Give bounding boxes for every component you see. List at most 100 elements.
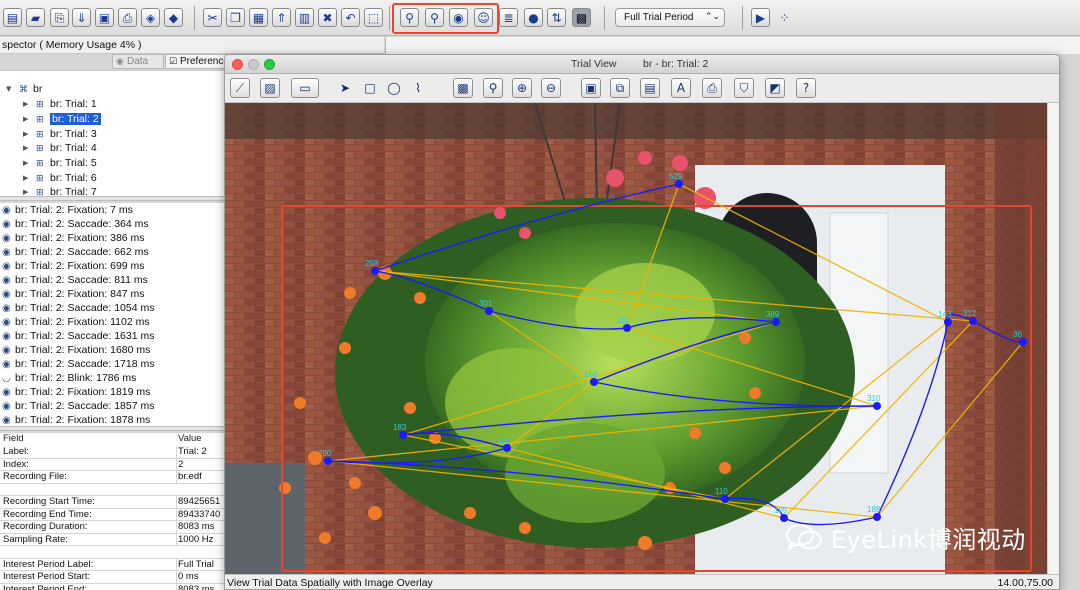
tree-item-trial-1[interactable]: ▶ ⊞ br: Trial: 1 [23,97,97,111]
event-list-item[interactable]: ◉ br: Trial: 2: Saccade: 1054 ms [2,301,154,315]
event-list-item[interactable]: ◉ br: Trial: 2: Fixation: 1878 ms [2,413,150,426]
property-row[interactable]: Label: Trial: 2 [0,446,224,459]
property-row[interactable]: Recording Start Time: 89425651 [0,496,224,509]
event-list-item[interactable]: ◉ br: Trial: 2: Saccade: 1631 ms [2,329,154,343]
open-folder-icon[interactable]: ▰ [26,8,45,27]
property-row[interactable]: Interest Period Start: 0 ms [0,571,224,584]
undo-icon[interactable]: ↶ [341,8,360,27]
property-row[interactable] [0,484,224,496]
event-list-item[interactable]: ◉ br: Trial: 2: Fixation: 1102 ms [2,315,150,329]
tree-item-trial-5[interactable]: ▶ ⊞ br: Trial: 5 [23,156,97,170]
expand-right-icon[interactable]: ▶ [23,171,28,185]
expand-right-icon[interactable]: ▶ [23,97,28,111]
delete-icon[interactable]: ▥ [295,8,314,27]
event-list-item[interactable]: ◉ br: Trial: 2: Fixation: 7 ms [2,203,133,217]
fixation-marker[interactable] [873,402,881,410]
expand-down-icon[interactable]: ▼ [6,82,11,96]
save-image-icon[interactable]: ▤ [640,78,660,98]
fixation-marker[interactable] [675,180,683,188]
image-icon[interactable]: ▨ [260,78,280,98]
property-row[interactable]: Recording End Time: 89433740 [0,508,224,521]
image-overlay-toggle-icon[interactable]: ▩ [572,8,591,27]
event-list-item[interactable]: ◉ br: Trial: 2: Saccade: 811 ms [2,273,148,287]
print-icon[interactable]: ⎙ [118,8,137,27]
property-row[interactable] [0,546,224,559]
fixation-marker[interactable] [623,324,631,332]
close-window-button[interactable] [232,59,243,70]
property-row[interactable]: Interest Period End: 8083 ms [0,583,224,590]
expand-right-icon[interactable]: ▶ [23,156,28,170]
zoom-in-icon[interactable]: ⊕ [512,78,532,98]
property-row[interactable]: Interest Period Label: Full Trial [0,558,224,571]
search-icon[interactable]: ⚲ [483,78,503,98]
shield-icon[interactable]: ⛉ [734,78,754,98]
event-list-item[interactable]: ◉ br: Trial: 2: Fixation: 699 ms [2,259,145,273]
fixation-marker[interactable] [324,457,332,465]
eye-view-icon[interactable]: ◉ [449,8,468,27]
fixation-marker[interactable] [944,318,952,326]
save-view-icon[interactable]: ▣ [581,78,601,98]
interest-period-select[interactable]: Full Trial Period ⌃⌄ [615,8,725,27]
export-icon[interactable]: ⇑ [272,8,291,27]
minimize-window-button[interactable] [248,59,259,70]
package-icon[interactable]: ◈ [141,8,160,27]
heat-map-icon[interactable]: ☺ [474,8,493,27]
event-list-item[interactable]: ◉ br: Trial: 2: Saccade: 364 ms [2,217,149,231]
text-icon[interactable]: A [671,78,691,98]
fixation-marker[interactable] [485,307,493,315]
fixation-marker[interactable] [503,444,511,452]
expand-right-icon[interactable]: ▶ [23,185,28,196]
fixation-marker[interactable] [590,378,598,386]
split-divider[interactable] [0,196,224,201]
paste-icon[interactable]: ▦ [249,8,268,27]
report-icon[interactable]: ≣ [499,8,518,27]
save-all-icon[interactable]: ⧉ [610,78,630,98]
fixation-marker[interactable] [399,431,407,439]
property-row[interactable]: Sampling Rate: 1000 Hz [0,533,224,546]
event-list-item[interactable]: ◡ br: Trial: 2: Blink: 1786 ms [2,371,136,385]
help-icon[interactable]: ? [796,78,816,98]
new-file-icon[interactable]: ▤ [3,8,22,27]
cut-icon[interactable]: ✂ [203,8,222,27]
tree-item-trial-7[interactable]: ▶ ⊞ br: Trial: 7 [23,185,97,196]
select-region-icon[interactable]: ⬚ [364,8,383,27]
line-chart-icon[interactable]: ⟋ [230,78,250,98]
property-row[interactable]: Recording File: br.edf [0,471,224,484]
saccade-map-icon[interactable]: ⚲ [425,8,444,27]
tree-item-trial-3[interactable]: ▶ ⊞ br: Trial: 3 [23,127,97,141]
ellipse-icon[interactable]: ◯ [384,78,404,98]
freehand-icon[interactable]: ⌇ [408,78,428,98]
event-list-item[interactable]: ◉ br: Trial: 2: Fixation: 386 ms [2,231,145,245]
tab-data[interactable]: ◉ Data [112,54,164,69]
event-list-item[interactable]: ◉ br: Trial: 2: Fixation: 847 ms [2,287,145,301]
trash-icon[interactable]: ✖ [318,8,337,27]
fixation-marker[interactable] [772,318,780,326]
expand-right-icon[interactable]: ▶ [23,112,28,126]
fixation-marker[interactable] [969,317,977,325]
event-list-item[interactable]: ◉ br: Trial: 2: Fixation: 1680 ms [2,343,150,357]
zoom-out-icon[interactable]: ⊖ [541,78,561,98]
fixation-marker[interactable] [721,495,729,503]
pointer-icon[interactable]: ➤ [335,78,355,98]
record-icon[interactable]: ● [524,8,543,27]
save-copy-icon[interactable]: ⎘ [50,8,69,27]
property-row[interactable]: Index: 2 [0,458,224,471]
event-list-item[interactable]: ◉ br: Trial: 2: Saccade: 1718 ms [2,357,154,371]
event-list-item[interactable]: ◉ br: Trial: 2: Saccade: 662 ms [2,245,149,259]
image-overlay-icon[interactable]: ▩ [453,78,473,98]
property-row[interactable]: Recording Duration: 8083 ms [0,521,224,534]
film-strip-icon[interactable]: ▭ [291,78,319,98]
tree-item-trial-2[interactable]: ▶ ⊞ br: Trial: 2 [23,112,101,126]
event-list-item[interactable]: ◉ br: Trial: 2: Saccade: 1857 ms [2,399,154,413]
event-list-item[interactable]: ◉ br: Trial: 2: Fixation: 1819 ms [2,385,150,399]
window-titlebar[interactable]: Trial View br - br: Trial: 2 [225,55,1059,74]
fixation-marker[interactable] [371,267,379,275]
terminal-icon[interactable]: ▶ [751,8,770,27]
fixation-marker[interactable] [1019,338,1027,346]
tree-item-trial-6[interactable]: ▶ ⊞ br: Trial: 6 [23,171,97,185]
expand-right-icon[interactable]: ▶ [23,127,28,141]
import-icon[interactable]: ⇓ [72,8,91,27]
settings-grid-icon[interactable]: ⁘ [775,8,794,27]
print-view-icon[interactable]: ⎙ [702,78,722,98]
tree-root[interactable]: ▼ ⌘ br [6,82,42,96]
